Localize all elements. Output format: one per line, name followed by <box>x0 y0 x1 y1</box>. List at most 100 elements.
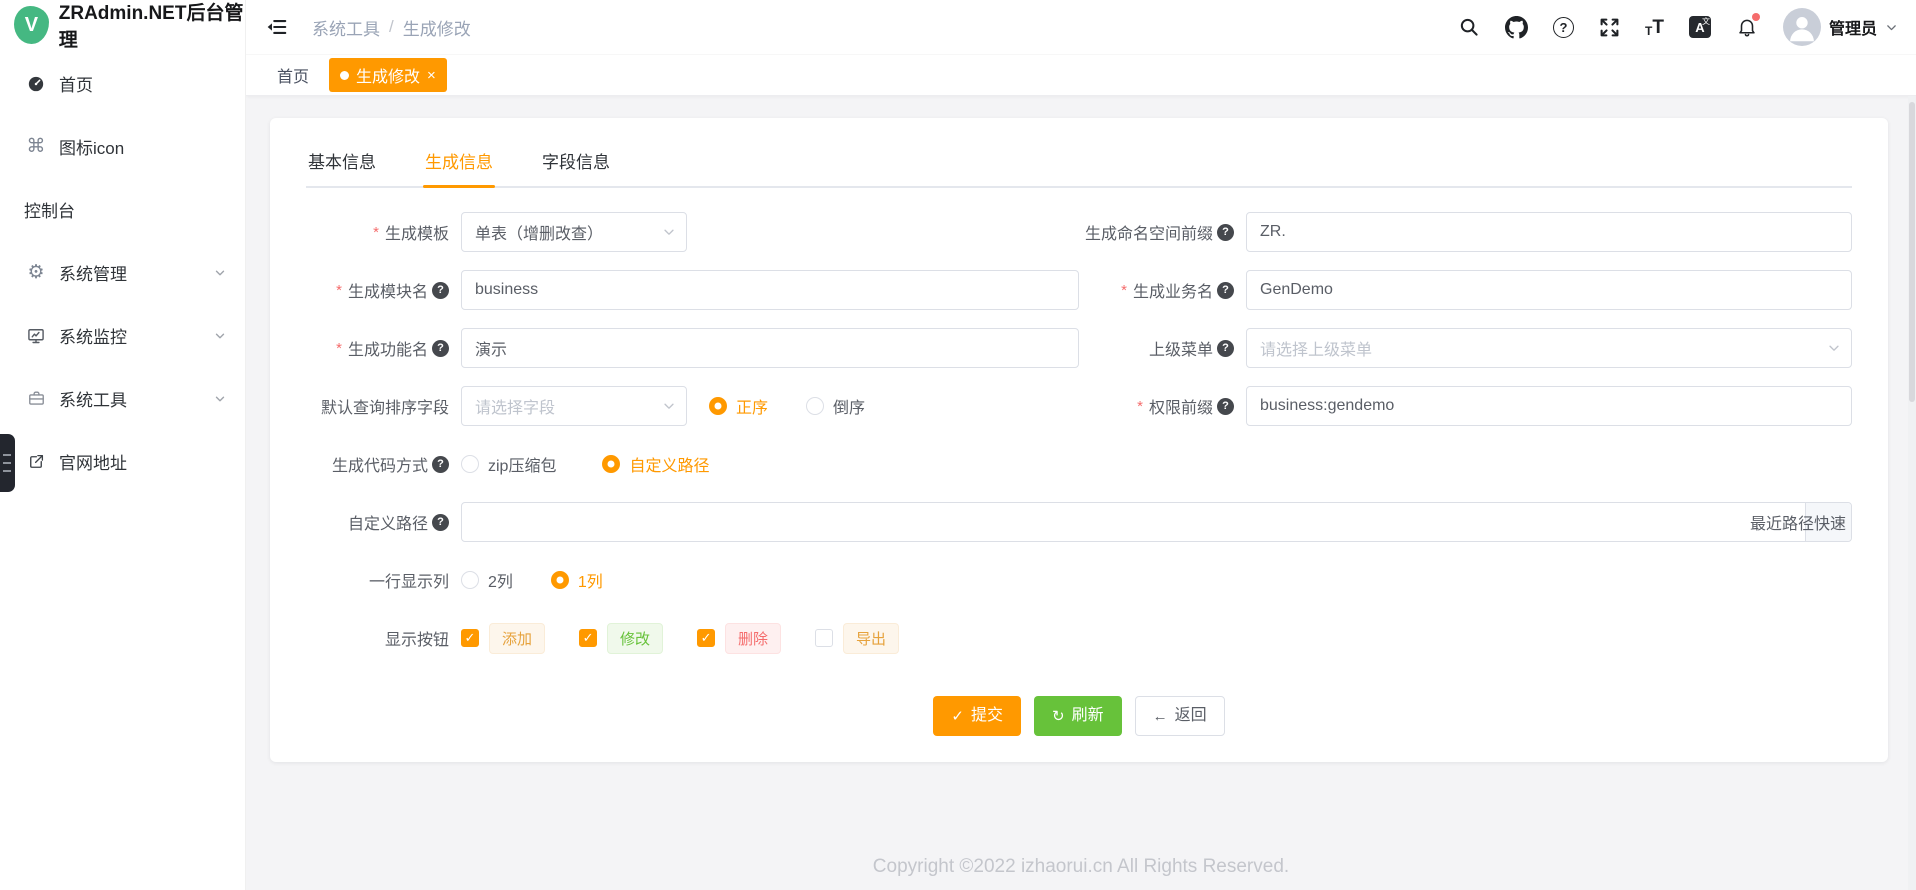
tag-home[interactable]: 首页 <box>273 58 313 92</box>
checkbox-add[interactable]: ✓ 添加 <box>461 623 545 654</box>
field-label: * 生成业务名 ? <box>1079 278 1246 302</box>
perm-prefix-input[interactable] <box>1246 386 1852 426</box>
chevron-down-icon <box>213 329 227 343</box>
field-label: * 生成功能名 ? <box>306 336 461 360</box>
github-icon[interactable] <box>1505 16 1528 39</box>
radio-sort-asc[interactable]: 正序 <box>709 394 768 418</box>
breadcrumb-separator: / <box>389 17 394 37</box>
required-asterisk: * <box>1121 282 1127 299</box>
radio-dot <box>461 455 479 473</box>
radio-zip[interactable]: zip压缩包 <box>461 452 556 476</box>
breadcrumb-item[interactable]: 系统工具 <box>312 15 380 40</box>
help-tooltip-icon: ? <box>432 456 449 473</box>
form-row: * 生成功能名 ? 上级菜单 ? 请选择上级菜单 <box>306 328 1852 368</box>
font-size-icon[interactable]: TT <box>1645 18 1664 37</box>
tab-gen-info[interactable]: 生成信息 <box>423 148 495 186</box>
refresh-button[interactable]: ↻ 刷新 <box>1034 696 1122 736</box>
copyright-footer: Copyright ©2022 izhaorui.cn All Rights R… <box>246 856 1916 878</box>
back-button[interactable]: ← 返回 <box>1135 696 1225 736</box>
checkbox-export[interactable]: 导出 <box>815 623 899 654</box>
bell-icon[interactable] <box>1736 16 1758 38</box>
required-asterisk: * <box>1137 398 1143 415</box>
sidebar-item-system-tools[interactable]: 系统工具 <box>0 367 245 430</box>
sidebar-item-label: 控制台 <box>24 197 75 222</box>
checkbox-edit[interactable]: ✓ 修改 <box>579 623 663 654</box>
close-icon[interactable]: × <box>427 68 436 83</box>
breadcrumb: 系统工具 / 生成修改 <box>312 15 471 40</box>
sidebar-item-console[interactable]: 控制台 <box>0 178 245 241</box>
chevron-down-icon <box>1885 21 1898 34</box>
custom-path-input-group: 最近路径快速 <box>461 502 1852 542</box>
recent-path-button[interactable] <box>1805 503 1851 541</box>
breadcrumb-item-current: 生成修改 <box>403 15 471 40</box>
page-scrollbar[interactable] <box>1908 96 1916 890</box>
form-row: 一行显示列 2列 1列 <box>306 560 1852 600</box>
chevron-down-icon <box>662 225 676 239</box>
radio-dot <box>461 571 479 589</box>
checkbox <box>815 629 833 647</box>
submit-button[interactable]: ✓ 提交 <box>933 696 1021 736</box>
required-asterisk: * <box>336 282 342 299</box>
app-logo: V <box>14 6 49 44</box>
logo-letter: V <box>25 14 38 37</box>
help-tooltip-icon: ? <box>1217 224 1234 241</box>
chevron-down-icon <box>213 392 227 406</box>
radio-two-columns[interactable]: 2列 <box>461 568 513 592</box>
form-row: * 生成模块名 ? * 生成业务名 ? <box>306 270 1852 310</box>
select-value: 单表（增删改查） <box>475 220 603 244</box>
sidebar-item-system-manage[interactable]: ⚙ 系统管理 <box>0 241 245 304</box>
refresh-icon: ↻ <box>1052 709 1065 724</box>
help-icon[interactable]: ? <box>1553 17 1574 38</box>
help-tooltip-icon: ? <box>1217 398 1234 415</box>
select-placeholder: 请选择上级菜单 <box>1260 336 1372 360</box>
form-row: 显示按钮 ✓ 添加 ✓ 修改 <box>306 618 1852 658</box>
function-name-input[interactable] <box>461 328 1079 368</box>
custom-path-input[interactable] <box>462 503 1805 541</box>
tag-add: 添加 <box>489 623 545 654</box>
panel-tabs: 基本信息 生成信息 字段信息 <box>306 148 1852 188</box>
show-buttons-group: ✓ 添加 ✓ 修改 ✓ 删除 <box>461 623 899 654</box>
radio-dot <box>551 571 569 589</box>
field-label: * 生成模块名 ? <box>306 278 461 302</box>
field-label: * 生成模板 <box>306 220 461 244</box>
sort-order-radio-group: 正序 倒序 <box>709 394 865 418</box>
module-name-input[interactable] <box>461 270 1079 310</box>
tab-basic-info[interactable]: 基本信息 <box>306 148 378 186</box>
menu-fold-icon[interactable] <box>266 16 288 38</box>
checkbox-delete[interactable]: ✓ 删除 <box>697 623 781 654</box>
business-name-input[interactable] <box>1246 270 1852 310</box>
tag-active[interactable]: 生成修改 × <box>329 58 447 92</box>
tag-delete: 删除 <box>725 623 781 654</box>
help-tooltip-icon: ? <box>1217 282 1234 299</box>
form-actions: ✓ 提交 ↻ 刷新 ← 返回 <box>306 696 1852 736</box>
sidebar-item-icons[interactable]: ⌘ 图标icon <box>0 115 245 178</box>
form-row: * 生成模板 单表（增删改查） 生成命名空间前缀 <box>306 212 1852 252</box>
sidebar-item-official-site[interactable]: 官网地址 <box>0 430 245 493</box>
parent-menu-select[interactable]: 请选择上级菜单 <box>1246 328 1852 368</box>
sidebar-item-label: 系统监控 <box>59 323 127 348</box>
app-title: ZRAdmin.NET后台管理 <box>59 0 245 52</box>
tab-field-info[interactable]: 字段信息 <box>540 148 612 186</box>
scrollbar-thumb[interactable] <box>1909 102 1915 402</box>
radio-sort-desc[interactable]: 倒序 <box>806 394 865 418</box>
sidebar-item-home[interactable]: 首页 <box>0 52 245 115</box>
required-asterisk: * <box>336 340 342 357</box>
checkbox: ✓ <box>579 629 597 647</box>
sidebar-item-label: 首页 <box>59 71 93 96</box>
template-select[interactable]: 单表（增删改查） <box>461 212 687 252</box>
header-actions: ? TT A文 管理员 <box>1458 8 1916 46</box>
help-tooltip-icon: ? <box>432 282 449 299</box>
radio-custom-path[interactable]: 自定义路径 <box>602 452 709 476</box>
sort-field-select[interactable]: 请选择字段 <box>461 386 687 426</box>
user-menu[interactable]: 管理员 <box>1783 8 1898 46</box>
sidebar-item-system-monitor[interactable]: 系统监控 <box>0 304 245 367</box>
translate-icon[interactable]: A文 <box>1689 16 1711 38</box>
radio-one-column[interactable]: 1列 <box>551 568 603 592</box>
dashboard-icon <box>24 74 48 94</box>
namespace-input[interactable] <box>1246 212 1852 252</box>
search-icon[interactable] <box>1458 16 1480 38</box>
checkbox: ✓ <box>461 629 479 647</box>
fullscreen-icon[interactable] <box>1599 17 1620 38</box>
field-label: 上级菜单 ? <box>1079 336 1246 360</box>
settings-drawer-handle[interactable] <box>0 434 15 492</box>
